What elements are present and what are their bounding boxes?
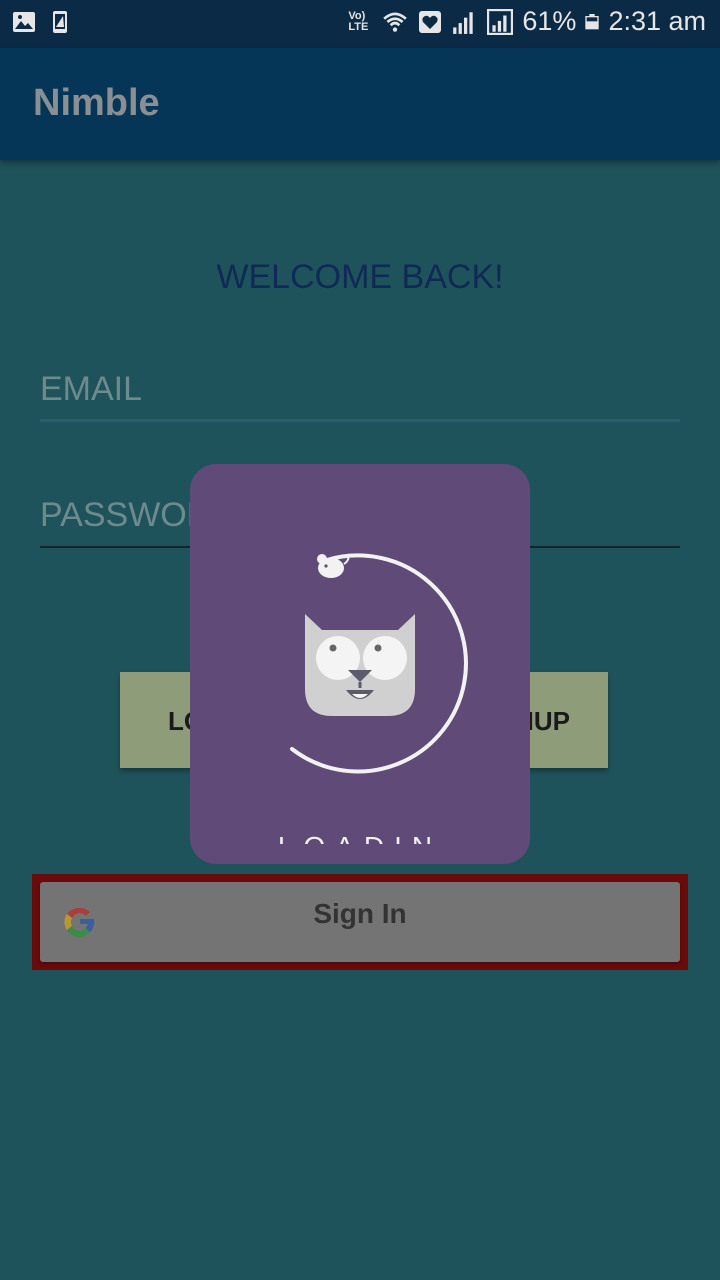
loading-label: LOADIN [190, 828, 530, 844]
volte-label: Vo) LTE [348, 9, 369, 33]
heart-notification-icon [419, 10, 442, 33]
password-placeholder: PASSWOR [40, 496, 212, 534]
gallery-notification-icon [13, 12, 35, 32]
google-signin-frame: Sign In [32, 874, 688, 970]
loading-animation [290, 553, 468, 774]
clock: 2:31 am [608, 6, 706, 36]
phone-notification-icon [53, 11, 67, 33]
email-field[interactable]: EMAIL [40, 362, 680, 422]
loading-dialog: LOADIN [190, 464, 530, 864]
signup-button-label: IUP [526, 706, 570, 736]
status-bar: Vo) LTE 61% 2:31 am [0, 0, 720, 48]
email-placeholder: EMAIL [40, 370, 143, 408]
signal-icon-2 [487, 8, 514, 35]
battery-percent: 61% [522, 6, 577, 36]
signal-icon-1 [453, 11, 474, 34]
app-bar: Nimble [0, 48, 720, 160]
wifi-icon [383, 12, 408, 32]
cat-face-icon [305, 614, 415, 716]
welcome-heading: WELCOME BACK! [216, 258, 504, 296]
battery-icon [585, 13, 600, 29]
app-title: Nimble [33, 82, 160, 124]
google-signin-label: Sign In [313, 898, 407, 929]
